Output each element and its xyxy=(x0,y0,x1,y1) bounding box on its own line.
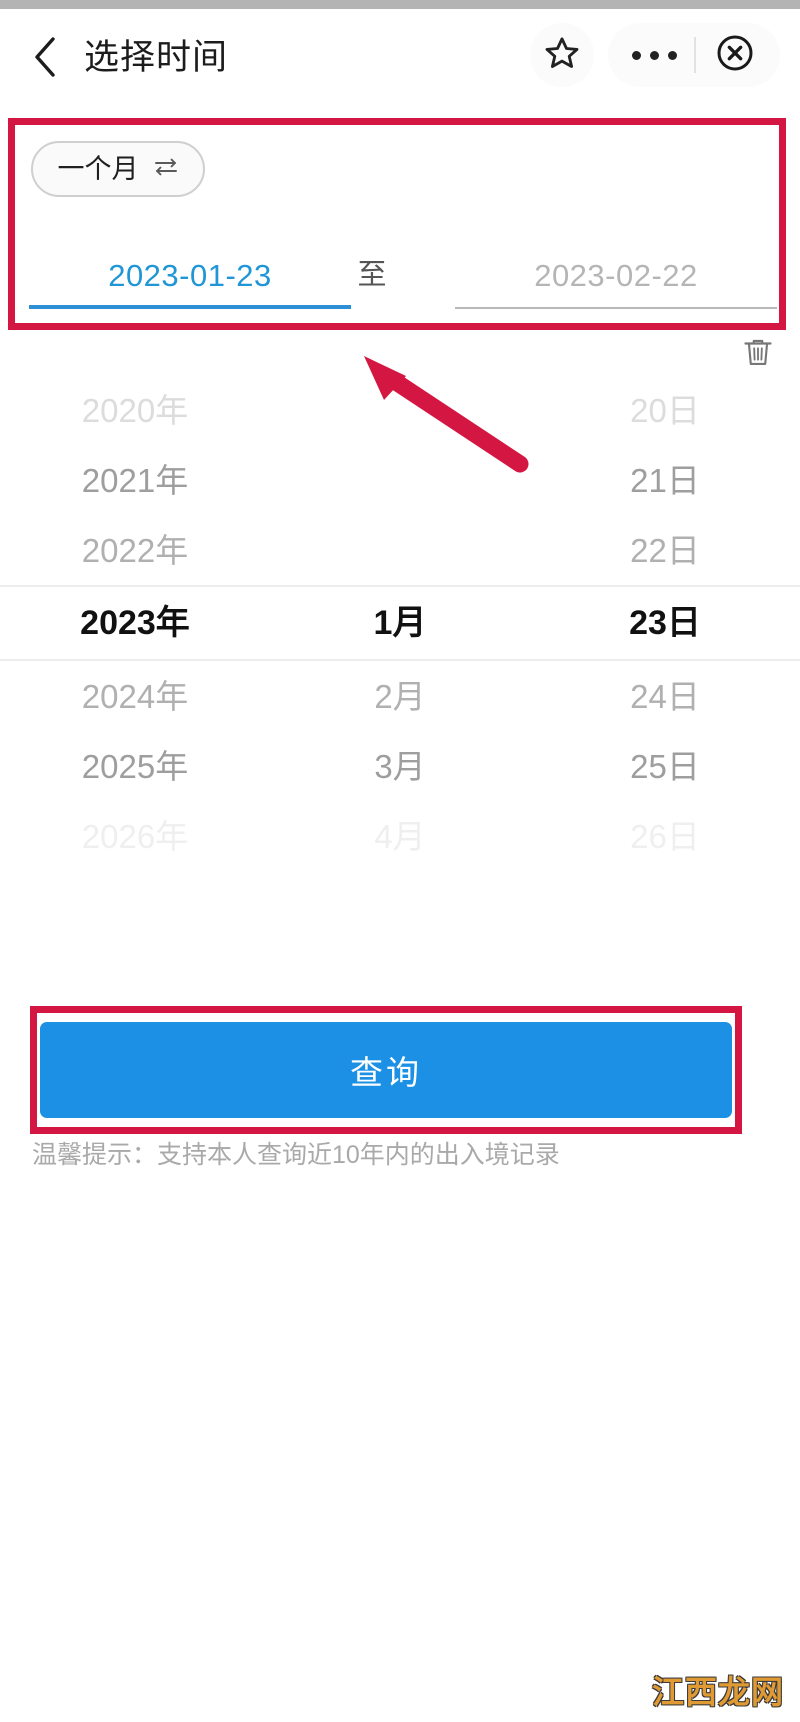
duration-chip-label: 一个月 xyxy=(57,153,139,184)
header-actions xyxy=(530,23,780,87)
picker-year-cell: 2021年 xyxy=(81,461,189,499)
close-button[interactable] xyxy=(696,23,774,87)
picker-year-cell: 2024年 xyxy=(81,677,189,715)
picker-day-cell: 25日 xyxy=(630,747,700,785)
picker-day-cell: 22日 xyxy=(630,531,700,569)
picker-day-cell-selected: 23日 xyxy=(629,604,701,642)
favorite-button[interactable] xyxy=(530,23,594,87)
clear-dates-button[interactable] xyxy=(736,332,780,376)
picker-day-cell: 26日 xyxy=(630,817,700,855)
picker-month-cell: 4月 xyxy=(374,817,426,855)
more-button[interactable] xyxy=(614,23,694,87)
app-screen: 选择时间 一个月 2023-01-23 至 2023-02-22 2020年 2… xyxy=(0,0,800,1722)
trash-icon xyxy=(741,335,775,374)
duration-chip[interactable]: 一个月 xyxy=(31,141,205,197)
end-date-value: 2023-02-22 xyxy=(534,257,698,293)
start-date-underline xyxy=(29,305,351,309)
picker-year-cell: 2020年 xyxy=(81,391,189,429)
hint-text: 温馨提示：支持本人查询近10年内的出入境记录 xyxy=(32,1141,560,1169)
picker-year-cell: 2026年 xyxy=(81,817,189,855)
picker-day-cell: 21日 xyxy=(630,461,700,499)
date-range-row: 2023-01-23 至 2023-02-22 xyxy=(15,243,779,323)
picker-row[interactable]: 2025年 3月 25日 xyxy=(0,731,800,801)
picker-year-cell-selected: 2023年 xyxy=(80,604,190,642)
date-range-separator: 至 xyxy=(357,258,387,291)
picker-row[interactable]: 2026年 4月 26日 xyxy=(0,801,800,871)
start-date-field[interactable]: 2023-01-23 xyxy=(29,243,351,309)
picker-row-selected[interactable]: 2023年 1月 23日 xyxy=(0,585,800,661)
page-title: 选择时间 xyxy=(84,37,229,77)
picker-row[interactable]: 2020年 20日 xyxy=(0,375,800,445)
picker-row[interactable]: 2024年 2月 24日 xyxy=(0,661,800,731)
header-capsule xyxy=(608,23,780,87)
circle-close-icon xyxy=(715,33,755,78)
end-date-underline xyxy=(455,307,777,309)
picker-year-cell: 2022年 xyxy=(81,531,189,569)
chevron-left-icon xyxy=(32,35,58,79)
more-dots-icon xyxy=(631,50,677,60)
picker-day-cell: 20日 xyxy=(630,391,700,429)
picker-month-cell: 2月 xyxy=(374,677,426,715)
status-bar xyxy=(0,0,800,9)
date-range-panel: 一个月 2023-01-23 至 2023-02-22 xyxy=(15,125,779,323)
picker-row[interactable]: 2021年 21日 xyxy=(0,445,800,515)
query-button[interactable]: 查询 xyxy=(40,1022,732,1118)
end-date-field[interactable]: 2023-02-22 xyxy=(455,243,777,309)
back-button[interactable] xyxy=(28,34,62,80)
submit-area: 查询 xyxy=(40,1022,732,1118)
picker-month-cell: 3月 xyxy=(374,747,426,785)
star-icon xyxy=(544,35,580,76)
picker-year-cell: 2025年 xyxy=(81,747,189,785)
start-date-value: 2023-01-23 xyxy=(108,257,272,293)
picker-month-cell-selected: 1月 xyxy=(373,604,427,642)
watermark: 江西龙网 xyxy=(650,1674,784,1710)
picker-day-cell: 24日 xyxy=(630,677,700,715)
page-header: 选择时间 xyxy=(0,9,800,105)
date-picker-wheel[interactable]: 2020年 20日 2021年 21日 2022年 22日 2023年 1月 2… xyxy=(0,375,800,885)
swap-arrows-icon xyxy=(153,157,179,182)
picker-row[interactable]: 2022年 22日 xyxy=(0,515,800,585)
